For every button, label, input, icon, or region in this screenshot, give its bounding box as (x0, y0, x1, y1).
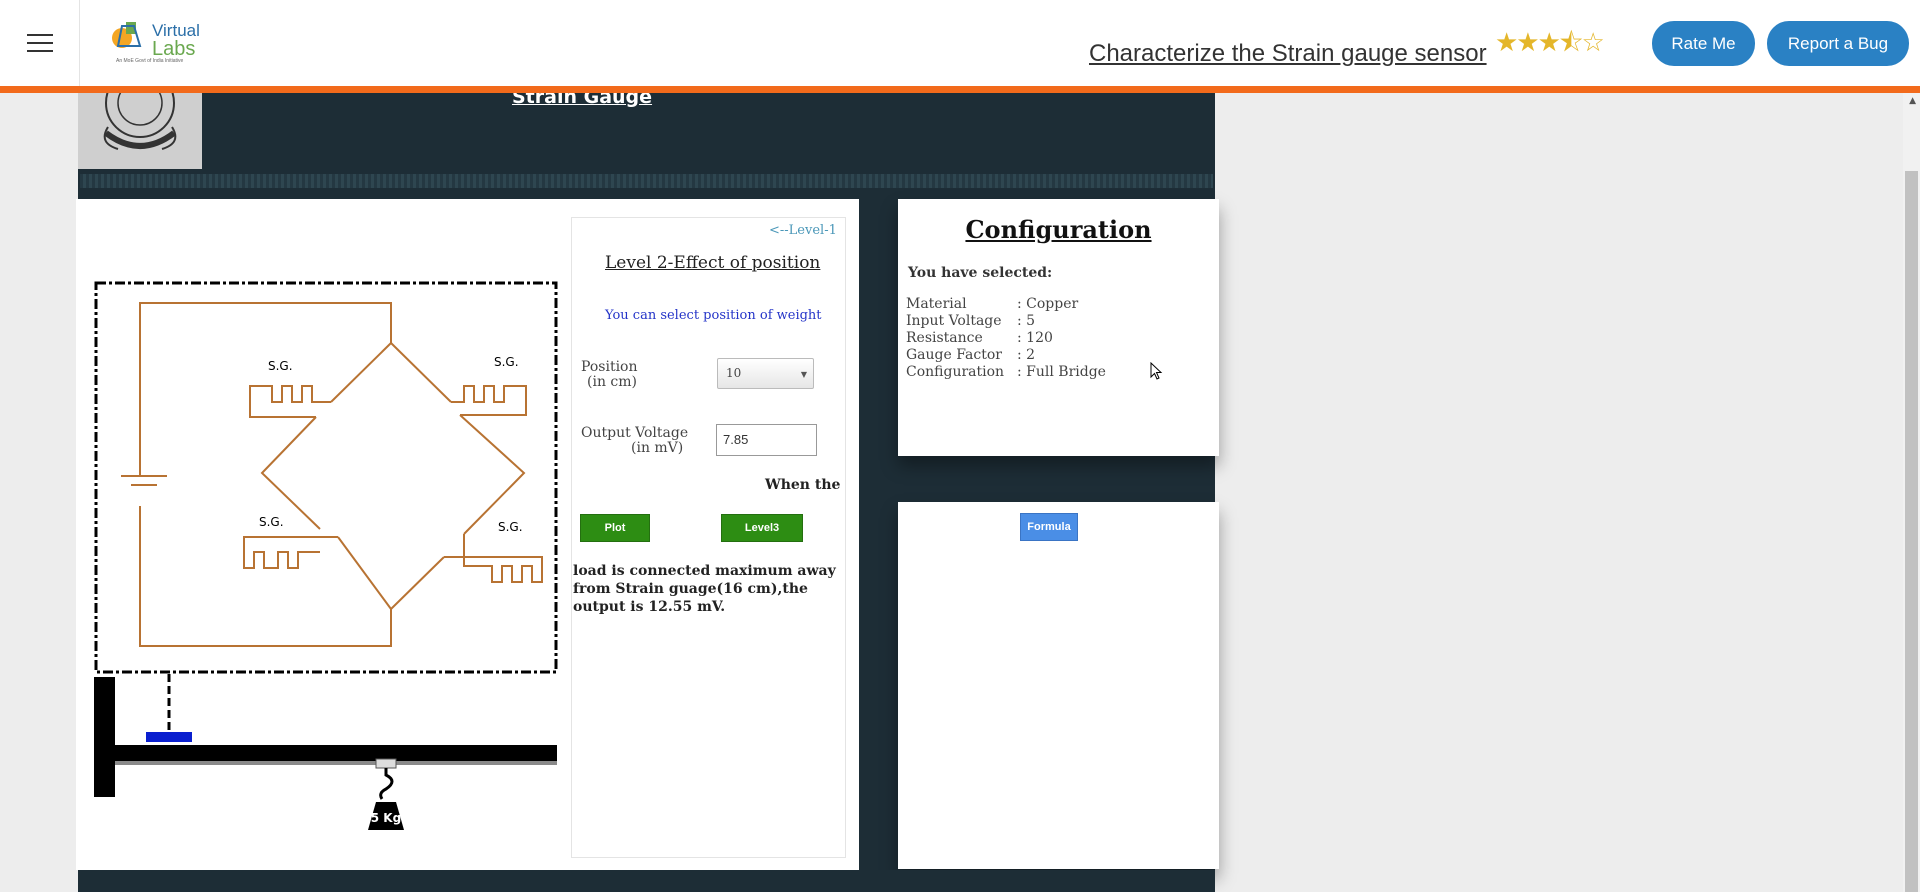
result-text: load is connected maximum away from Stra… (573, 563, 836, 615)
gauge-label-top-right: S.G. (494, 355, 519, 369)
position-select[interactable]: 10 ▼ (717, 358, 814, 389)
gauge-label-bottom-right: S.G. (498, 520, 523, 534)
weight-label: 5 Kg (371, 811, 401, 825)
position-select-value: 10 (726, 366, 742, 380)
select-info-text: You can select position of weight (605, 308, 822, 323)
scroll-up-arrow-icon[interactable]: ▲ (1909, 96, 1916, 106)
hook-icon (379, 768, 394, 800)
decorative-band (80, 174, 1213, 188)
configuration-title: Configuration (965, 215, 1152, 244)
when-text: When the (765, 477, 841, 493)
plot-button[interactable]: Plot (580, 514, 650, 542)
menu-button[interactable] (0, 0, 80, 86)
experiment-title[interactable]: Characterize the Strain gauge sensor (1089, 40, 1487, 68)
strain-gauge-patch (146, 732, 192, 742)
level-title: Level 2-Effect of position (605, 253, 821, 273)
college-seal-icon (103, 68, 177, 150)
config-row: Configuration: Full Bridge (906, 364, 1106, 380)
config-row: Gauge Factor: 2 (906, 347, 1036, 363)
config-row: Input Voltage: 5 (906, 313, 1036, 329)
flask-logo-icon (112, 22, 142, 48)
configuration-table: Material: Copper Input Voltage: 5 Resist… (906, 296, 1106, 381)
output-voltage-label: Output Voltage (in mV) (581, 425, 689, 456)
formula-panel (898, 502, 1219, 869)
logo-tagline: An MoE Govt of India Initiative (116, 58, 184, 64)
position-label: Position (in cm) (581, 359, 638, 390)
report-bug-button[interactable]: Report a Bug (1767, 21, 1909, 66)
config-row: Resistance: 120 (906, 330, 1053, 346)
scrollbar-thumb[interactable] (1905, 171, 1918, 892)
circuit-frame (94, 281, 558, 674)
config-row: Material: Copper (906, 296, 1079, 312)
level3-button[interactable]: Level3 (721, 514, 803, 542)
top-navbar: Virtual Labs An MoE Govt of India Initia… (0, 0, 1920, 93)
gauge-label-top-left: S.G. (268, 359, 293, 373)
rating-stars: ★★★⯪☆ (1495, 28, 1605, 58)
logo-line2: Labs (152, 38, 196, 60)
rate-me-button[interactable]: Rate Me (1652, 21, 1755, 66)
selected-label: You have selected: (908, 265, 1053, 281)
formula-button[interactable]: Formula (1020, 513, 1078, 541)
output-voltage-field[interactable]: 7.85 (716, 424, 817, 456)
chevron-down-icon: ▼ (800, 370, 807, 379)
back-level1-link[interactable]: <--Level-1 (769, 223, 837, 238)
wheatstone-bridge (121, 302, 543, 647)
bottom-strip (78, 870, 1215, 892)
mouse-cursor-icon (1150, 362, 1163, 380)
weight-hanger (375, 758, 397, 769)
college-emblem (78, 68, 202, 169)
hamburger-icon (26, 28, 53, 58)
virtual-labs-logo[interactable]: Virtual Labs An MoE Govt of India Initia… (108, 12, 200, 68)
wall-support (94, 677, 115, 797)
gauge-label-bottom-left: S.G. (259, 515, 284, 529)
